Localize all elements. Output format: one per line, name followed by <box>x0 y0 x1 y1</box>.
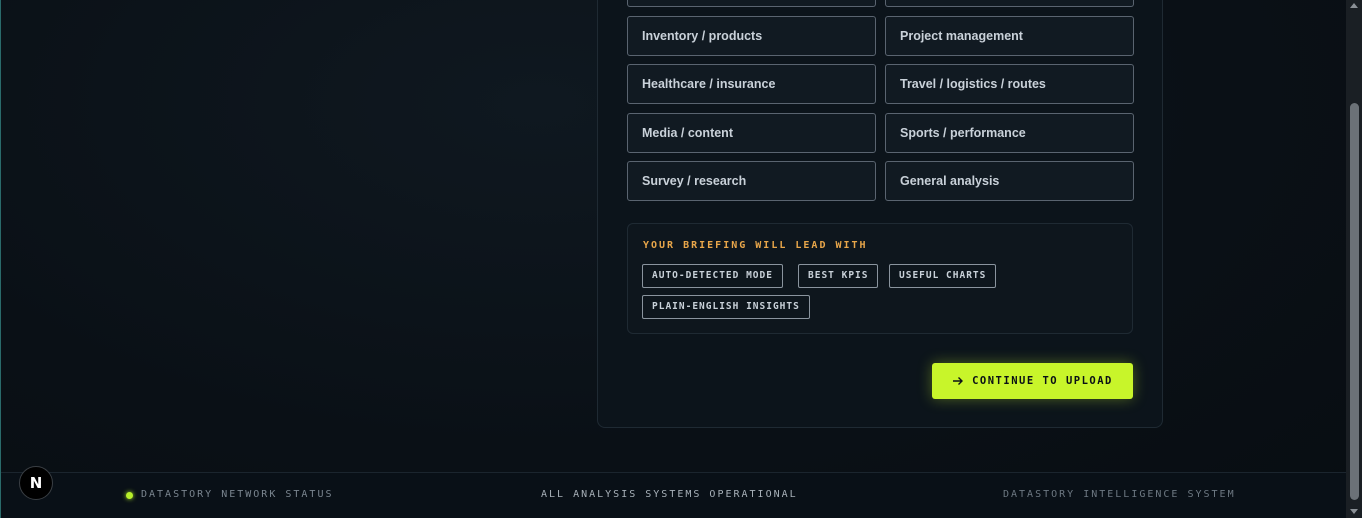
option-sports-performance[interactable]: Sports / performance <box>885 113 1134 153</box>
chip-plain-english-insights: PLAIN-ENGLISH INSIGHTS <box>642 295 810 319</box>
briefing-panel: YOUR BRIEFING WILL LEAD WITH AUTO-DETECT… <box>627 223 1133 334</box>
option-travel-logistics-routes[interactable]: Travel / logistics / routes <box>885 64 1134 104</box>
status-dot-icon <box>126 492 133 499</box>
vertical-scrollbar[interactable] <box>1346 0 1362 518</box>
continue-to-upload-label: CONTINUE TO UPLOAD <box>972 375 1113 387</box>
option-healthcare-insurance[interactable]: Healthcare / insurance <box>627 64 876 104</box>
chip-auto-detected-mode: AUTO-DETECTED MODE <box>642 264 783 288</box>
option-card-cut-left[interactable] <box>627 0 876 7</box>
continue-to-upload-button[interactable]: CONTINUE TO UPLOAD <box>932 363 1133 399</box>
option-project-management[interactable]: Project management <box>885 16 1134 56</box>
scroll-up-arrow-icon[interactable] <box>1350 3 1358 8</box>
option-survey-research[interactable]: Survey / research <box>627 161 876 201</box>
chip-best-kpis: BEST KPIS <box>798 264 879 288</box>
option-media-content[interactable]: Media / content <box>627 113 876 153</box>
chip-useful-charts: USEFUL CHARTS <box>889 264 997 288</box>
page-viewport: Inventory / products Project management … <box>1 0 1346 518</box>
scroll-thumb[interactable] <box>1350 103 1359 500</box>
option-card-cut-right[interactable] <box>885 0 1134 7</box>
scroll-down-arrow-icon[interactable] <box>1350 509 1358 514</box>
intelligence-system-label: DATASTORY INTELLIGENCE SYSTEM <box>1003 489 1236 500</box>
briefing-title: YOUR BRIEFING WILL LEAD WITH <box>643 240 868 251</box>
arrow-right-icon <box>953 377 964 385</box>
option-general-analysis[interactable]: General analysis <box>885 161 1134 201</box>
nextjs-badge-icon[interactable]: N <box>19 466 53 500</box>
network-status-label: DATASTORY NETWORK STATUS <box>141 489 334 500</box>
systems-operational-label: ALL ANALYSIS SYSTEMS OPERATIONAL <box>541 489 798 500</box>
option-inventory-products[interactable]: Inventory / products <box>627 16 876 56</box>
status-footer: DATASTORY NETWORK STATUS ALL ANALYSIS SY… <box>1 472 1346 518</box>
